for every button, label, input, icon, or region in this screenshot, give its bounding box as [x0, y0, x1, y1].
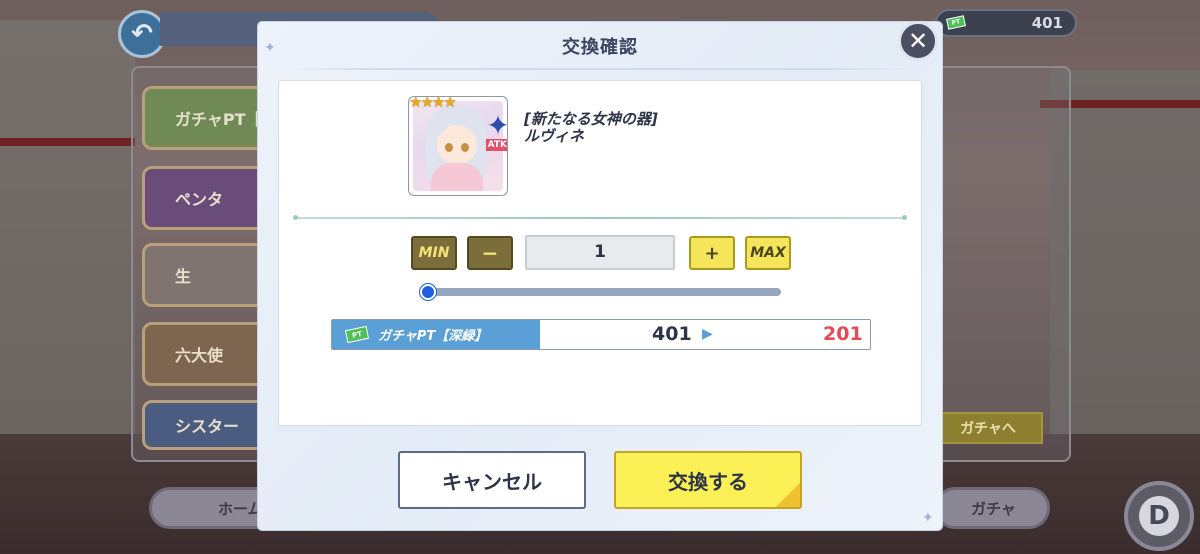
currency-counter: PT 401 [935, 9, 1077, 37]
arrow-right-icon: ▶ [702, 326, 713, 342]
balance-after-exchange: 201 [823, 323, 863, 345]
shop-tab-label: シスター [175, 417, 240, 436]
gacha-nav-button[interactable]: ガチャ [934, 487, 1050, 529]
cost-row: PT ガチャPT【深緑】 401 ▶ 201 [331, 319, 871, 350]
gacha-ticket-icon: PT [946, 15, 966, 30]
background-stripe [0, 138, 135, 146]
d-logo-icon: D [1139, 496, 1179, 536]
atk-type-badge: ATK [485, 139, 507, 151]
gacha-nav-label: ガチャ [971, 499, 1016, 518]
gacha-ticket-icon: PT [344, 325, 370, 344]
decrement-button[interactable]: − [467, 236, 513, 270]
item-card[interactable]: ★★★★ ✦ ATK [408, 96, 508, 196]
shop-tab-label: ペンタ [175, 190, 224, 209]
exchange-button-label: 交換する [668, 469, 748, 494]
section-divider [293, 215, 907, 220]
back-button[interactable]: ↶ [118, 10, 166, 58]
sparkle-icon: ✦ [922, 510, 934, 526]
currency-label: PT ガチャPT【深緑】 [332, 320, 540, 349]
quantity-slider-handle[interactable] [420, 284, 436, 300]
currency-value: 401 [1031, 14, 1063, 32]
exchange-confirm-dialog: ✦ ✦ 交換確認 ✕ ★★★★ ✦ ATK [新たなる女神の器] ルヴィネ MI… [258, 21, 942, 530]
max-button[interactable]: MAX [745, 236, 791, 270]
close-button[interactable]: ✕ [898, 21, 938, 61]
min-button[interactable]: MIN [411, 236, 457, 270]
home-nav-label: ホーム [218, 499, 263, 518]
quantity-slider-track[interactable] [425, 288, 781, 296]
increment-button[interactable]: + [689, 236, 735, 270]
d-menu-button[interactable]: D [1124, 481, 1194, 551]
shop-tab-label: 生 [175, 267, 192, 286]
cancel-button[interactable]: キャンセル [398, 451, 586, 509]
rarity-stars-icon: ★★★★ [409, 96, 457, 111]
exchange-details-panel: ★★★★ ✦ ATK [新たなる女神の器] ルヴィネ MIN − 1 + MAX… [278, 80, 922, 426]
current-balance: 401 [652, 323, 692, 345]
go-to-gacha-button[interactable]: ガチャへ [933, 412, 1043, 444]
shop-tab-label: 六大使 [175, 346, 224, 365]
back-arrow-icon: ↶ [131, 19, 153, 49]
quantity-field[interactable]: 1 [525, 235, 675, 270]
item-name: ルヴィネ [524, 127, 585, 145]
dialog-title: 交換確認 [258, 22, 942, 70]
close-icon: ✕ [907, 27, 929, 55]
currency-name: ガチャPT【深緑】 [378, 329, 488, 344]
background-wall-right [1050, 70, 1200, 460]
exchange-button[interactable]: 交換する [614, 451, 802, 509]
background-wall-left [0, 20, 135, 440]
